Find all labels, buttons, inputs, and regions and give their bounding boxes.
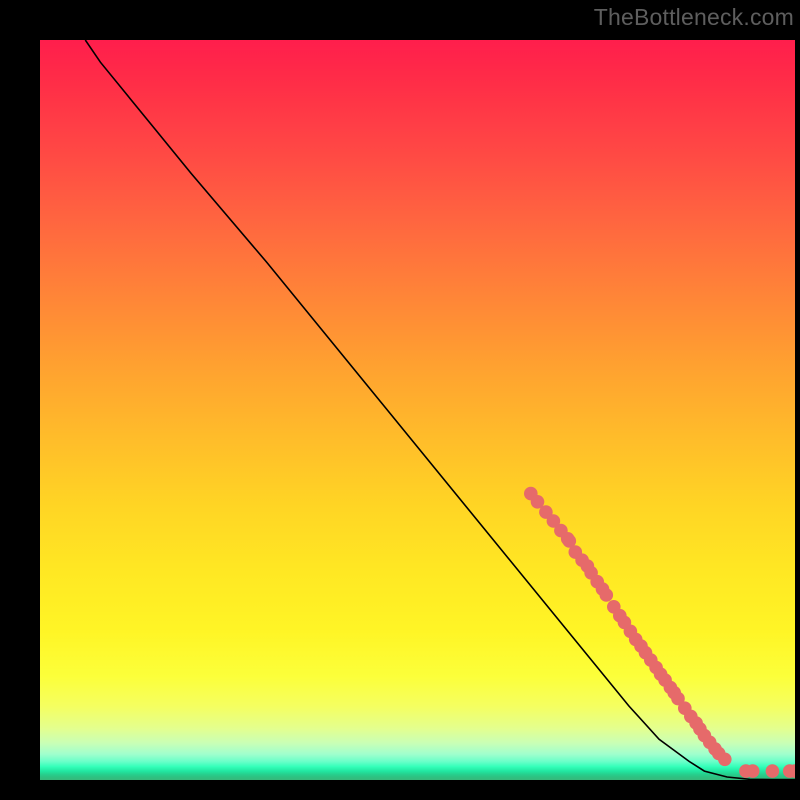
data-markers bbox=[524, 487, 795, 778]
chart-container: TheBottleneck.com bbox=[0, 0, 800, 800]
data-curve bbox=[85, 40, 795, 780]
attribution-label: TheBottleneck.com bbox=[594, 4, 794, 31]
data-marker bbox=[718, 753, 732, 767]
data-marker bbox=[600, 588, 614, 602]
plot-area bbox=[40, 40, 795, 780]
chart-svg bbox=[40, 40, 795, 780]
data-marker bbox=[746, 764, 760, 778]
data-marker bbox=[766, 764, 780, 778]
